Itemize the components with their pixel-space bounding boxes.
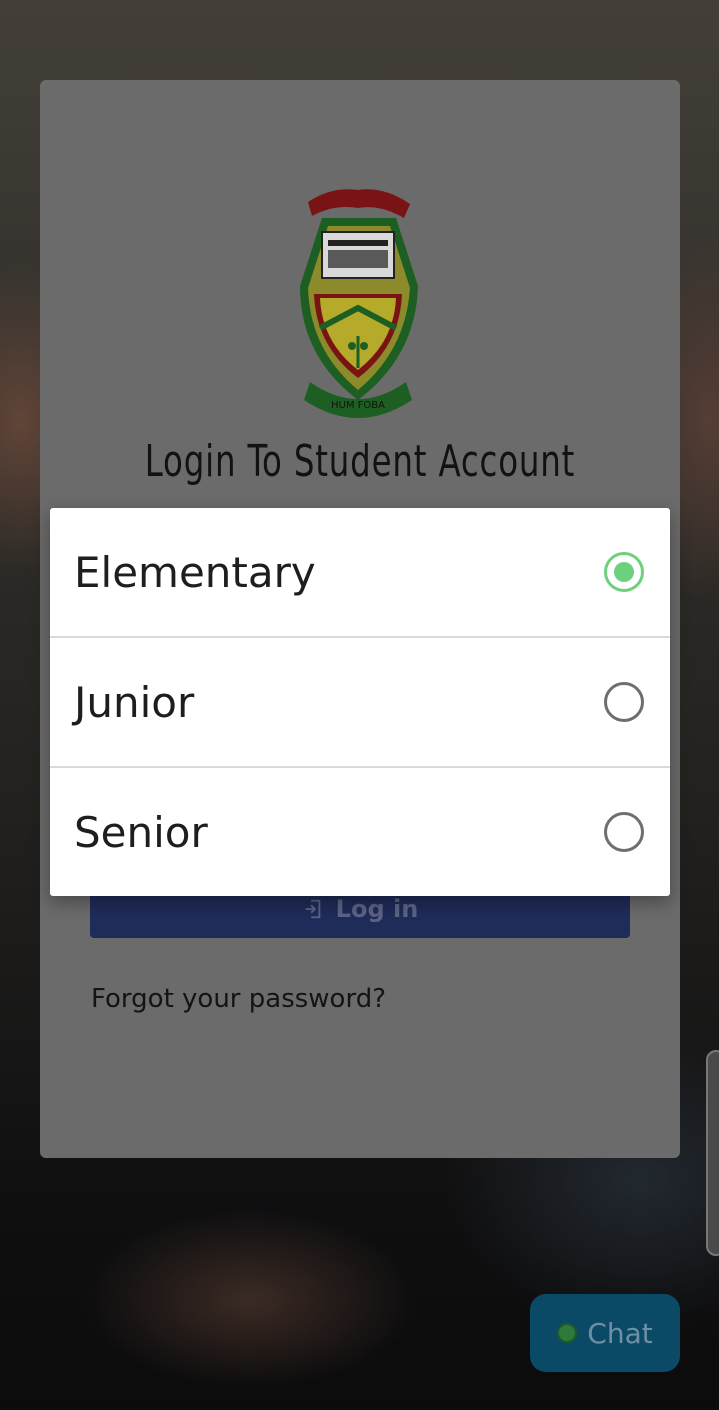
chat-button[interactable]: Chat bbox=[530, 1294, 680, 1372]
level-option-elementary[interactable]: Elementary bbox=[50, 508, 670, 638]
forgot-password-link[interactable]: Forgot your password? bbox=[91, 984, 386, 1014]
online-status-icon bbox=[557, 1323, 578, 1343]
login-button-label: Log in bbox=[335, 895, 419, 923]
school-crest-logo: HUM FOBA bbox=[300, 189, 418, 418]
level-option-label: Junior bbox=[74, 677, 195, 727]
chat-button-label: Chat bbox=[587, 1316, 653, 1350]
radio-checked-icon[interactable] bbox=[604, 552, 644, 592]
level-option-label: Elementary bbox=[74, 547, 316, 597]
radio-unchecked-icon[interactable] bbox=[604, 682, 644, 722]
level-select-dialog: Elementary Junior Senior bbox=[50, 508, 670, 896]
side-panel-handle[interactable] bbox=[706, 1050, 719, 1256]
svg-text:HUM FOBA: HUM FOBA bbox=[331, 400, 385, 411]
page-title: Login To Student Account bbox=[144, 436, 576, 487]
level-option-label: Senior bbox=[74, 807, 208, 857]
level-option-junior[interactable]: Junior bbox=[50, 638, 670, 768]
login-icon bbox=[305, 899, 321, 919]
radio-unchecked-icon[interactable] bbox=[604, 812, 644, 852]
level-option-senior[interactable]: Senior bbox=[50, 768, 670, 896]
